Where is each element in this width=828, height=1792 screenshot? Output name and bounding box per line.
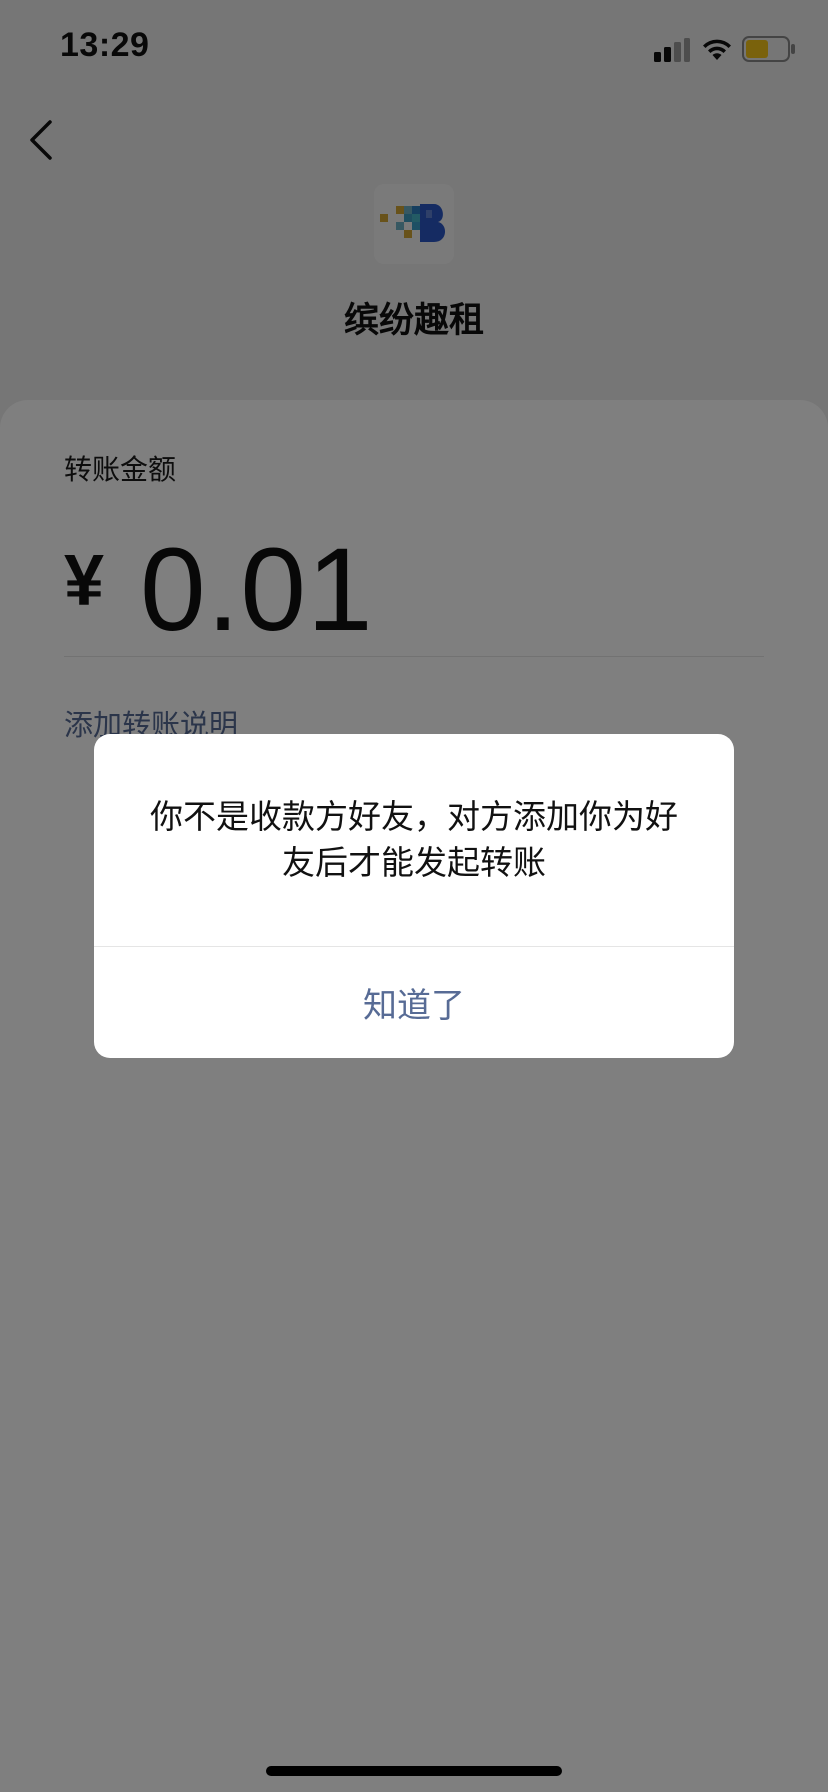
confirm-button[interactable]: 知道了 [94, 947, 734, 1058]
home-indicator[interactable] [266, 1766, 562, 1776]
transfer-screen: 13:29 缤纷趣租 转账 [0, 0, 828, 1792]
dialog-message: 你不是收款方好友，对方添加你为好友后才能发起转账 [150, 797, 678, 882]
alert-dialog: 你不是收款方好友，对方添加你为好友后才能发起转账 知道了 [94, 734, 734, 1058]
